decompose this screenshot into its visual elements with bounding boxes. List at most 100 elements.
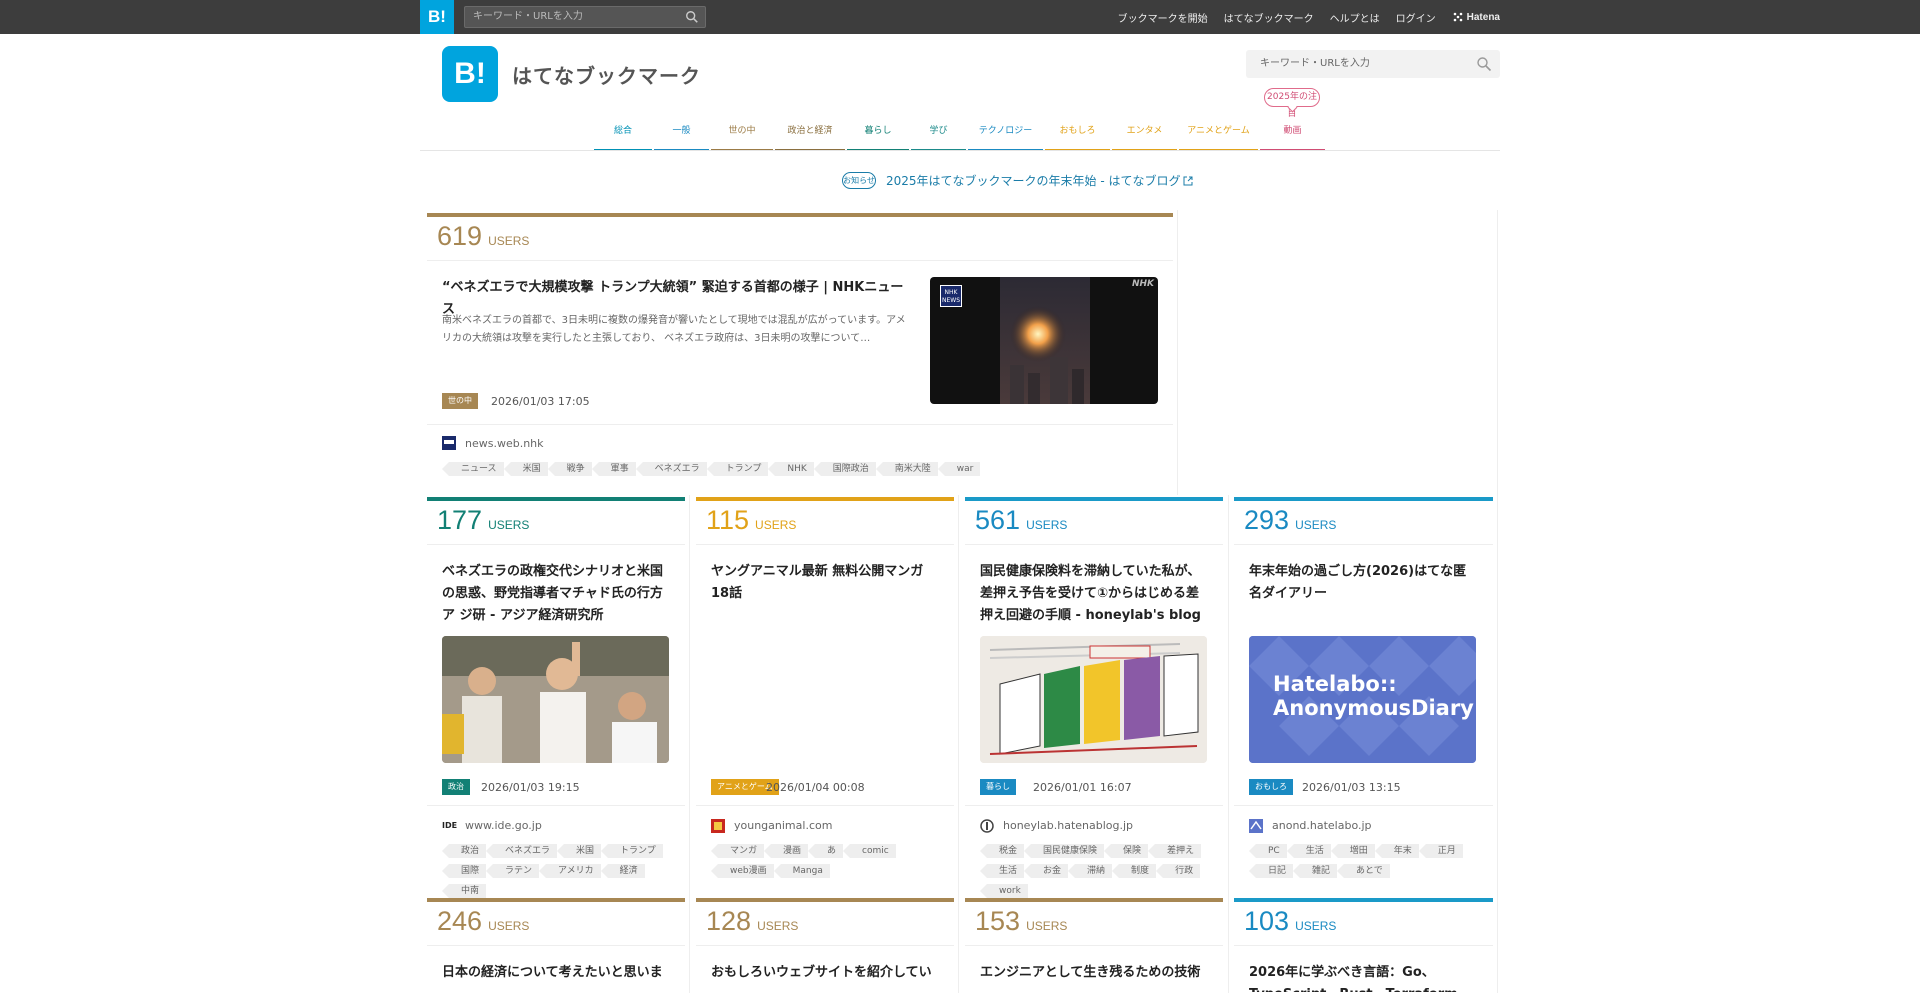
tab-general-all[interactable]: 総合 <box>594 120 652 151</box>
tag[interactable]: 差押え <box>1148 844 1202 858</box>
tag[interactable]: 国際 <box>441 864 487 878</box>
tab-video[interactable]: 動画 <box>1260 120 1325 151</box>
entry-title[interactable]: 国民健康保険料を滞納していた私が、差押え予告を受けて①からはじめる差押え回避の手… <box>980 561 1208 627</box>
tag[interactable]: マンガ <box>710 844 765 858</box>
tag[interactable]: web漫画 <box>711 864 774 878</box>
tag[interactable]: 行政 <box>1156 864 1201 878</box>
entry-title[interactable]: エンジニアとして生き残るための技術選定と学習方法について - テックブログ <box>980 962 1208 984</box>
tag[interactable]: NHK <box>768 462 814 476</box>
tag[interactable]: PC <box>1249 844 1287 858</box>
tag[interactable]: ラテン <box>486 864 540 878</box>
search-icon[interactable] <box>1476 56 1492 72</box>
tag[interactable]: 日記 <box>1248 864 1294 878</box>
entry-domain[interactable]: honeylab.hatenablog.jp <box>1003 819 1133 832</box>
gbar-link-start[interactable]: ブックマークを開始 <box>1118 10 1208 25</box>
tag[interactable]: 経済 <box>600 864 645 878</box>
tag[interactable]: トランプ <box>706 462 769 476</box>
tab-social[interactable]: 世の中 <box>711 120 773 151</box>
entry-title[interactable]: ベネズエラの政権交代シナリオと米国の思惑、野党指導者マチャド氏の行方 ア ジ研 … <box>442 561 667 627</box>
bookmark-count[interactable]: 115 <box>706 505 749 536</box>
tag[interactable]: ニュース <box>442 462 504 476</box>
tab-entertainment[interactable]: エンタメ <box>1112 120 1177 151</box>
announcement[interactable]: お知らせ 2025年はてなブックマークの年末年始 - はてなブログ <box>842 172 1193 189</box>
entry-domain[interactable]: www.ide.go.jp <box>465 819 542 832</box>
entry-domain[interactable]: news.web.nhk <box>465 437 544 450</box>
tag[interactable]: 戦争 <box>547 462 592 476</box>
tag[interactable]: 漫画 <box>764 844 809 858</box>
category-label[interactable]: おもしろ <box>1249 779 1293 795</box>
tag[interactable]: 国民健康保険 <box>1024 844 1105 858</box>
tag[interactable]: 増田 <box>1330 844 1375 858</box>
tab-economics[interactable]: 政治と経済 <box>775 120 845 151</box>
tag[interactable]: トランプ <box>601 844 663 858</box>
tag[interactable]: 年末 <box>1374 844 1419 858</box>
tag[interactable]: ベネズエラ <box>486 844 558 858</box>
bookmark-count[interactable]: 177 <box>437 505 482 536</box>
tag[interactable]: war <box>937 462 981 476</box>
bookmark-count[interactable]: 619 <box>437 221 482 252</box>
tab-game[interactable]: アニメとゲーム <box>1179 120 1258 151</box>
entry-title[interactable]: ヤングアニマル最新 無料公開マンガ18話 <box>711 561 936 605</box>
bookmark-count[interactable]: 293 <box>1244 505 1289 536</box>
hatena-logo[interactable]: Hatena <box>1452 11 1500 23</box>
entry-thumbnail[interactable] <box>980 636 1207 763</box>
announcement-text[interactable]: 2025年はてなブックマークの年末年始 - はてなブログ <box>886 172 1181 189</box>
tag[interactable]: 正月 <box>1418 844 1463 858</box>
search-icon[interactable] <box>685 10 699 24</box>
bookmark-count[interactable]: 103 <box>1244 906 1289 937</box>
tag[interactable]: 生活 <box>979 864 1025 878</box>
tag[interactable]: 保険 <box>1104 844 1149 858</box>
category-label[interactable]: 世の中 <box>442 393 478 409</box>
tag[interactable]: 税金 <box>979 844 1025 858</box>
bookmark-count[interactable]: 153 <box>975 906 1020 937</box>
tag[interactable]: お金 <box>1024 864 1069 878</box>
entry-card: 103 USERS 2026年に学ぶべき言語：Go、TypeScript、Rus… <box>1234 898 1493 993</box>
tab-knowledge[interactable]: 学び <box>911 120 966 151</box>
tag[interactable]: 政治 <box>441 844 487 858</box>
entry-domain[interactable]: younganimal.com <box>734 819 832 832</box>
bookmark-count[interactable]: 561 <box>975 505 1020 536</box>
gbar-link-bookmark[interactable]: はてなブックマーク <box>1224 10 1314 25</box>
tag[interactable]: あとで <box>1337 864 1390 878</box>
brand-title[interactable]: はてなブックマーク <box>512 60 701 89</box>
tag[interactable]: 生活 <box>1286 844 1331 858</box>
tab-technology[interactable]: テクノロジー <box>968 120 1043 151</box>
tag[interactable]: アメリカ <box>539 864 601 878</box>
tag[interactable]: 南米大陸 <box>875 462 938 476</box>
year-review-badge[interactable]: 2025年の注目 <box>1264 88 1320 119</box>
tag[interactable]: 制度 <box>1112 864 1157 878</box>
tag[interactable]: Manga <box>773 864 830 878</box>
tag[interactable]: 雑記 <box>1293 864 1338 878</box>
tag[interactable]: 軍事 <box>591 462 636 476</box>
tag[interactable]: comic <box>843 844 896 858</box>
gbar-link-help[interactable]: ヘルプとは <box>1330 10 1380 25</box>
category-label[interactable]: 暮らし <box>980 779 1016 795</box>
tag[interactable]: 米国 <box>557 844 602 858</box>
tag[interactable]: 滞納 <box>1068 864 1113 878</box>
entry-thumbnail[interactable]: NHK NEWS NHK <box>930 277 1158 404</box>
tag[interactable]: 国際政治 <box>813 462 876 476</box>
tab-general[interactable]: 一般 <box>654 120 709 151</box>
brand-logo[interactable]: B! <box>442 46 498 102</box>
entry-title[interactable]: 年末年始の過ごし方(2026)はてな匿名ダイアリー <box>1249 561 1477 605</box>
entry-thumbnail[interactable] <box>442 636 669 763</box>
tag[interactable]: 米国 <box>503 462 548 476</box>
tag[interactable]: ベネズエラ <box>635 462 707 476</box>
tag[interactable]: work <box>980 884 1028 898</box>
entry-domain[interactable]: anond.hatelabo.jp <box>1272 819 1372 832</box>
tab-life[interactable]: 暮らし <box>847 120 909 151</box>
gbar-link-login[interactable]: ログイン <box>1396 10 1436 25</box>
entry-thumbnail[interactable]: Hatelabo:: AnonymousDiary <box>1249 636 1476 763</box>
tag[interactable]: 中南 <box>441 884 487 898</box>
entry-title[interactable]: 2026年に学ぶべき言語：Go、TypeScript、Rust、Terrafor… <box>1249 962 1477 992</box>
bookmark-count[interactable]: 128 <box>706 906 751 937</box>
entry-title[interactable]: 日本の経済について考えたいと思います 経済の基礎知識と社会のしくみ <box>442 962 670 984</box>
tag[interactable]: あ <box>808 844 844 858</box>
tab-fun[interactable]: おもしろ <box>1045 120 1110 151</box>
category-label[interactable]: 政治 <box>442 779 470 795</box>
hatena-bookmark-small-logo[interactable]: B! <box>420 0 454 34</box>
bookmark-count[interactable]: 246 <box>437 906 482 937</box>
entry-title[interactable]: おもしろいウェブサイトを紹介していくブログ <box>711 962 939 984</box>
global-search-input[interactable]: キーワード・URLを入力 <box>464 6 706 28</box>
header-search-input[interactable]: キーワード・URLを入力 <box>1246 50 1500 78</box>
